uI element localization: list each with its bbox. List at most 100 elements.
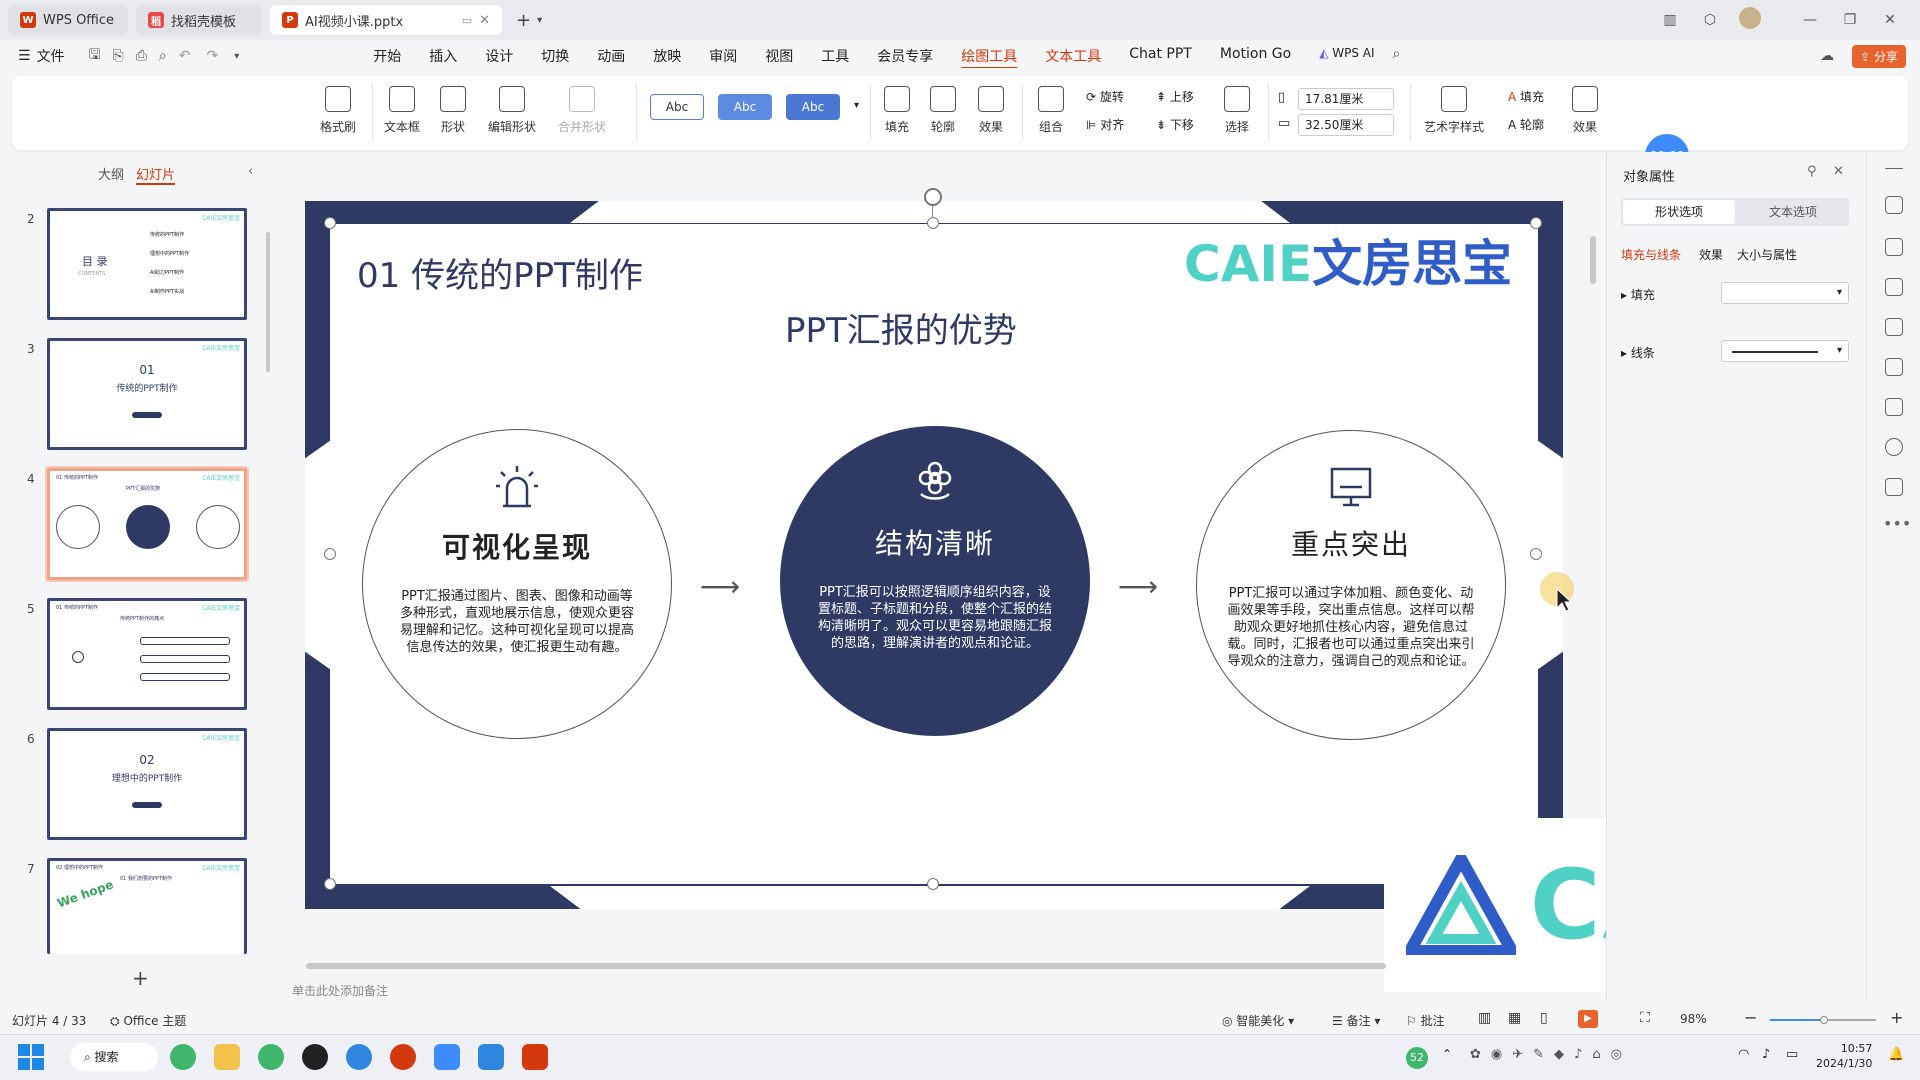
wps-taskbar-icon[interactable]	[522, 1044, 548, 1070]
send-backward-button[interactable]: ⇟ 下移	[1156, 116, 1194, 133]
style-preset-2[interactable]: Abc	[718, 94, 772, 120]
text-fill-button[interactable]: A 填充	[1508, 88, 1544, 105]
layout-icon[interactable]: ▥	[1650, 12, 1690, 28]
powerpoint-icon[interactable]	[390, 1044, 416, 1070]
align-button[interactable]: ⊫ 对齐	[1086, 116, 1124, 133]
outline-button[interactable]: 轮廓	[930, 86, 956, 135]
fill-section-toggle[interactable]: ▸ 填充	[1621, 286, 1655, 303]
rotate-handle-icon[interactable]	[924, 188, 942, 206]
normal-view-icon[interactable]: ▥	[1478, 1010, 1491, 1026]
menu-drawing-tools[interactable]: 绘图工具	[947, 46, 1031, 66]
notification-bell-icon[interactable]: 🔔	[1888, 1047, 1904, 1062]
merge-shape-button[interactable]: 合并形状	[558, 86, 606, 135]
tab-text-options[interactable]: 文本选项	[1737, 198, 1849, 226]
edit-shape-button[interactable]: 编辑形状	[488, 86, 536, 135]
line-dropdown[interactable]: ▾	[1721, 340, 1849, 362]
resize-handle[interactable]	[927, 217, 939, 229]
battery-icon[interactable]: ▭	[1786, 1047, 1798, 1062]
star-icon[interactable]	[1885, 238, 1903, 256]
help-icon[interactable]	[1885, 438, 1903, 456]
tab-shape-options[interactable]: 形状选项	[1623, 200, 1735, 224]
tools-icon[interactable]	[1885, 358, 1903, 376]
new-tab-button[interactable]: +	[516, 10, 531, 31]
resize-handle[interactable]	[927, 878, 939, 890]
section-title[interactable]: 01 传统的PPT制作	[357, 248, 643, 297]
menu-home[interactable]: 开始	[359, 46, 415, 66]
bring-forward-button[interactable]: ⇞ 上移	[1156, 88, 1194, 105]
menu-transition[interactable]: 切换	[527, 46, 583, 66]
cube-icon[interactable]: ⬡	[1690, 12, 1730, 28]
width-input[interactable]: 32.50厘米	[1298, 114, 1394, 136]
subtab-fill-line[interactable]: 填充与线条	[1621, 246, 1681, 263]
group-button[interactable]: 组合	[1038, 86, 1064, 135]
menu-tools[interactable]: 工具	[807, 46, 863, 66]
slide-thumbnail[interactable]: 01 传统的PPT制作 CAIE文房思宝 传统PPT制作的痛点	[47, 598, 247, 710]
menu-insert[interactable]: 插入	[415, 46, 471, 66]
more-chevron-icon[interactable]: ▾	[234, 51, 239, 62]
card-visual[interactable]: 可视化呈现 PPT汇报通过图片、图表、图像和动画等多种形式，直观地展示信息，使观…	[362, 429, 672, 739]
qq-icon[interactable]	[302, 1044, 328, 1070]
taskbar-search[interactable]: ⌕ 搜索	[70, 1043, 158, 1071]
line-section-toggle[interactable]: ▸ 线条	[1621, 344, 1655, 361]
effect-button[interactable]: 效果	[978, 86, 1004, 135]
format-painter-button[interactable]: 格式刷	[320, 86, 356, 135]
close-window-icon[interactable]: ✕	[1870, 12, 1910, 28]
windows-start-icon[interactable]	[18, 1044, 44, 1070]
notes-button[interactable]: ☰ 备注 ▾	[1332, 1012, 1380, 1029]
menu-member[interactable]: 会员专享	[863, 46, 947, 66]
subtab-size[interactable]: 大小与属性	[1737, 246, 1797, 263]
minimize-icon[interactable]: —	[1790, 12, 1830, 28]
preview-icon[interactable]: ⌕	[159, 48, 167, 64]
tab-close-icon[interactable]: ✕	[479, 13, 490, 28]
more-icon[interactable]: •••	[1883, 514, 1911, 533]
restore-icon[interactable]: ❐	[1830, 12, 1870, 28]
menu-file[interactable]: 文件	[31, 46, 79, 66]
menu-animation[interactable]: 动画	[583, 46, 639, 66]
sorter-view-icon[interactable]: ▦	[1508, 1010, 1521, 1026]
slide-thumbnail[interactable]: CAIE文房思宝 02 理想中的PPT制作	[47, 728, 247, 840]
add-slide-icon[interactable]: +	[132, 966, 149, 990]
resize-handle[interactable]	[324, 548, 336, 560]
fill-button[interactable]: 填充	[884, 86, 910, 135]
resize-handle[interactable]	[1530, 217, 1542, 229]
collapse-pane-icon[interactable]: ‹	[248, 164, 253, 179]
export-icon[interactable]: ⎘	[113, 48, 124, 64]
pin-icon[interactable]: ⚲	[1807, 164, 1817, 179]
browser-icon[interactable]	[170, 1044, 196, 1070]
wechat-icon[interactable]	[258, 1044, 284, 1070]
dingtalk-icon[interactable]	[478, 1044, 504, 1070]
menu-slideshow[interactable]: 放映	[639, 46, 695, 66]
subtab-effect[interactable]: 效果	[1699, 246, 1723, 263]
feishu-icon[interactable]	[434, 1044, 460, 1070]
tab-template[interactable]: 稻找稻壳模板	[136, 5, 262, 35]
properties-icon[interactable]	[1885, 196, 1903, 214]
menu-wps-ai[interactable]: ◭ WPS AI	[1305, 46, 1388, 66]
menu-view[interactable]: 视图	[751, 46, 807, 66]
pane-close-icon[interactable]: ✕	[1833, 164, 1844, 179]
slide-thumbnail-selected[interactable]: 01 传统的PPT制作 CAIE文房思宝 PPT汇报的优势	[47, 468, 247, 580]
zoom-in-icon[interactable]: +	[1890, 1008, 1903, 1027]
hamburger-icon[interactable]: ☰	[18, 48, 31, 64]
print-icon[interactable]: ⎙	[136, 48, 147, 64]
text-outline-button[interactable]: A 轮廓	[1508, 116, 1544, 133]
notification-badge[interactable]: 52	[1406, 1047, 1428, 1069]
textbox-button[interactable]: 文本框	[384, 86, 420, 135]
canvas-hscrollbar[interactable]	[306, 963, 1386, 969]
slide-heading[interactable]: PPT汇报的优势	[785, 303, 1017, 352]
comment-button[interactable]: ⚐ 批注	[1406, 1012, 1445, 1029]
menu-design[interactable]: 设计	[471, 46, 527, 66]
share-icon[interactable]	[1885, 478, 1903, 496]
float-window-icon[interactable]: ▭	[462, 14, 472, 27]
canvas-vscrollbar[interactable]	[1590, 236, 1596, 284]
cloud-icon[interactable]: ☁	[1820, 48, 1834, 64]
fit-window-icon[interactable]: ⛶	[1640, 1010, 1650, 1026]
theme-button[interactable]: ⛭ Office 主题	[110, 1012, 186, 1029]
thumb-scrollbar[interactable]	[266, 232, 270, 372]
undo-icon[interactable]: ↶	[179, 48, 191, 64]
zoom-level[interactable]: 98%	[1680, 1012, 1707, 1026]
book-icon[interactable]	[1885, 398, 1903, 416]
style-more-icon[interactable]: ▾	[854, 100, 859, 111]
menu-review[interactable]: 审阅	[695, 46, 751, 66]
slide-thumbnail[interactable]: CAIE文房思宝 01 传统的PPT制作	[47, 338, 247, 450]
copy-icon[interactable]	[1885, 278, 1903, 296]
